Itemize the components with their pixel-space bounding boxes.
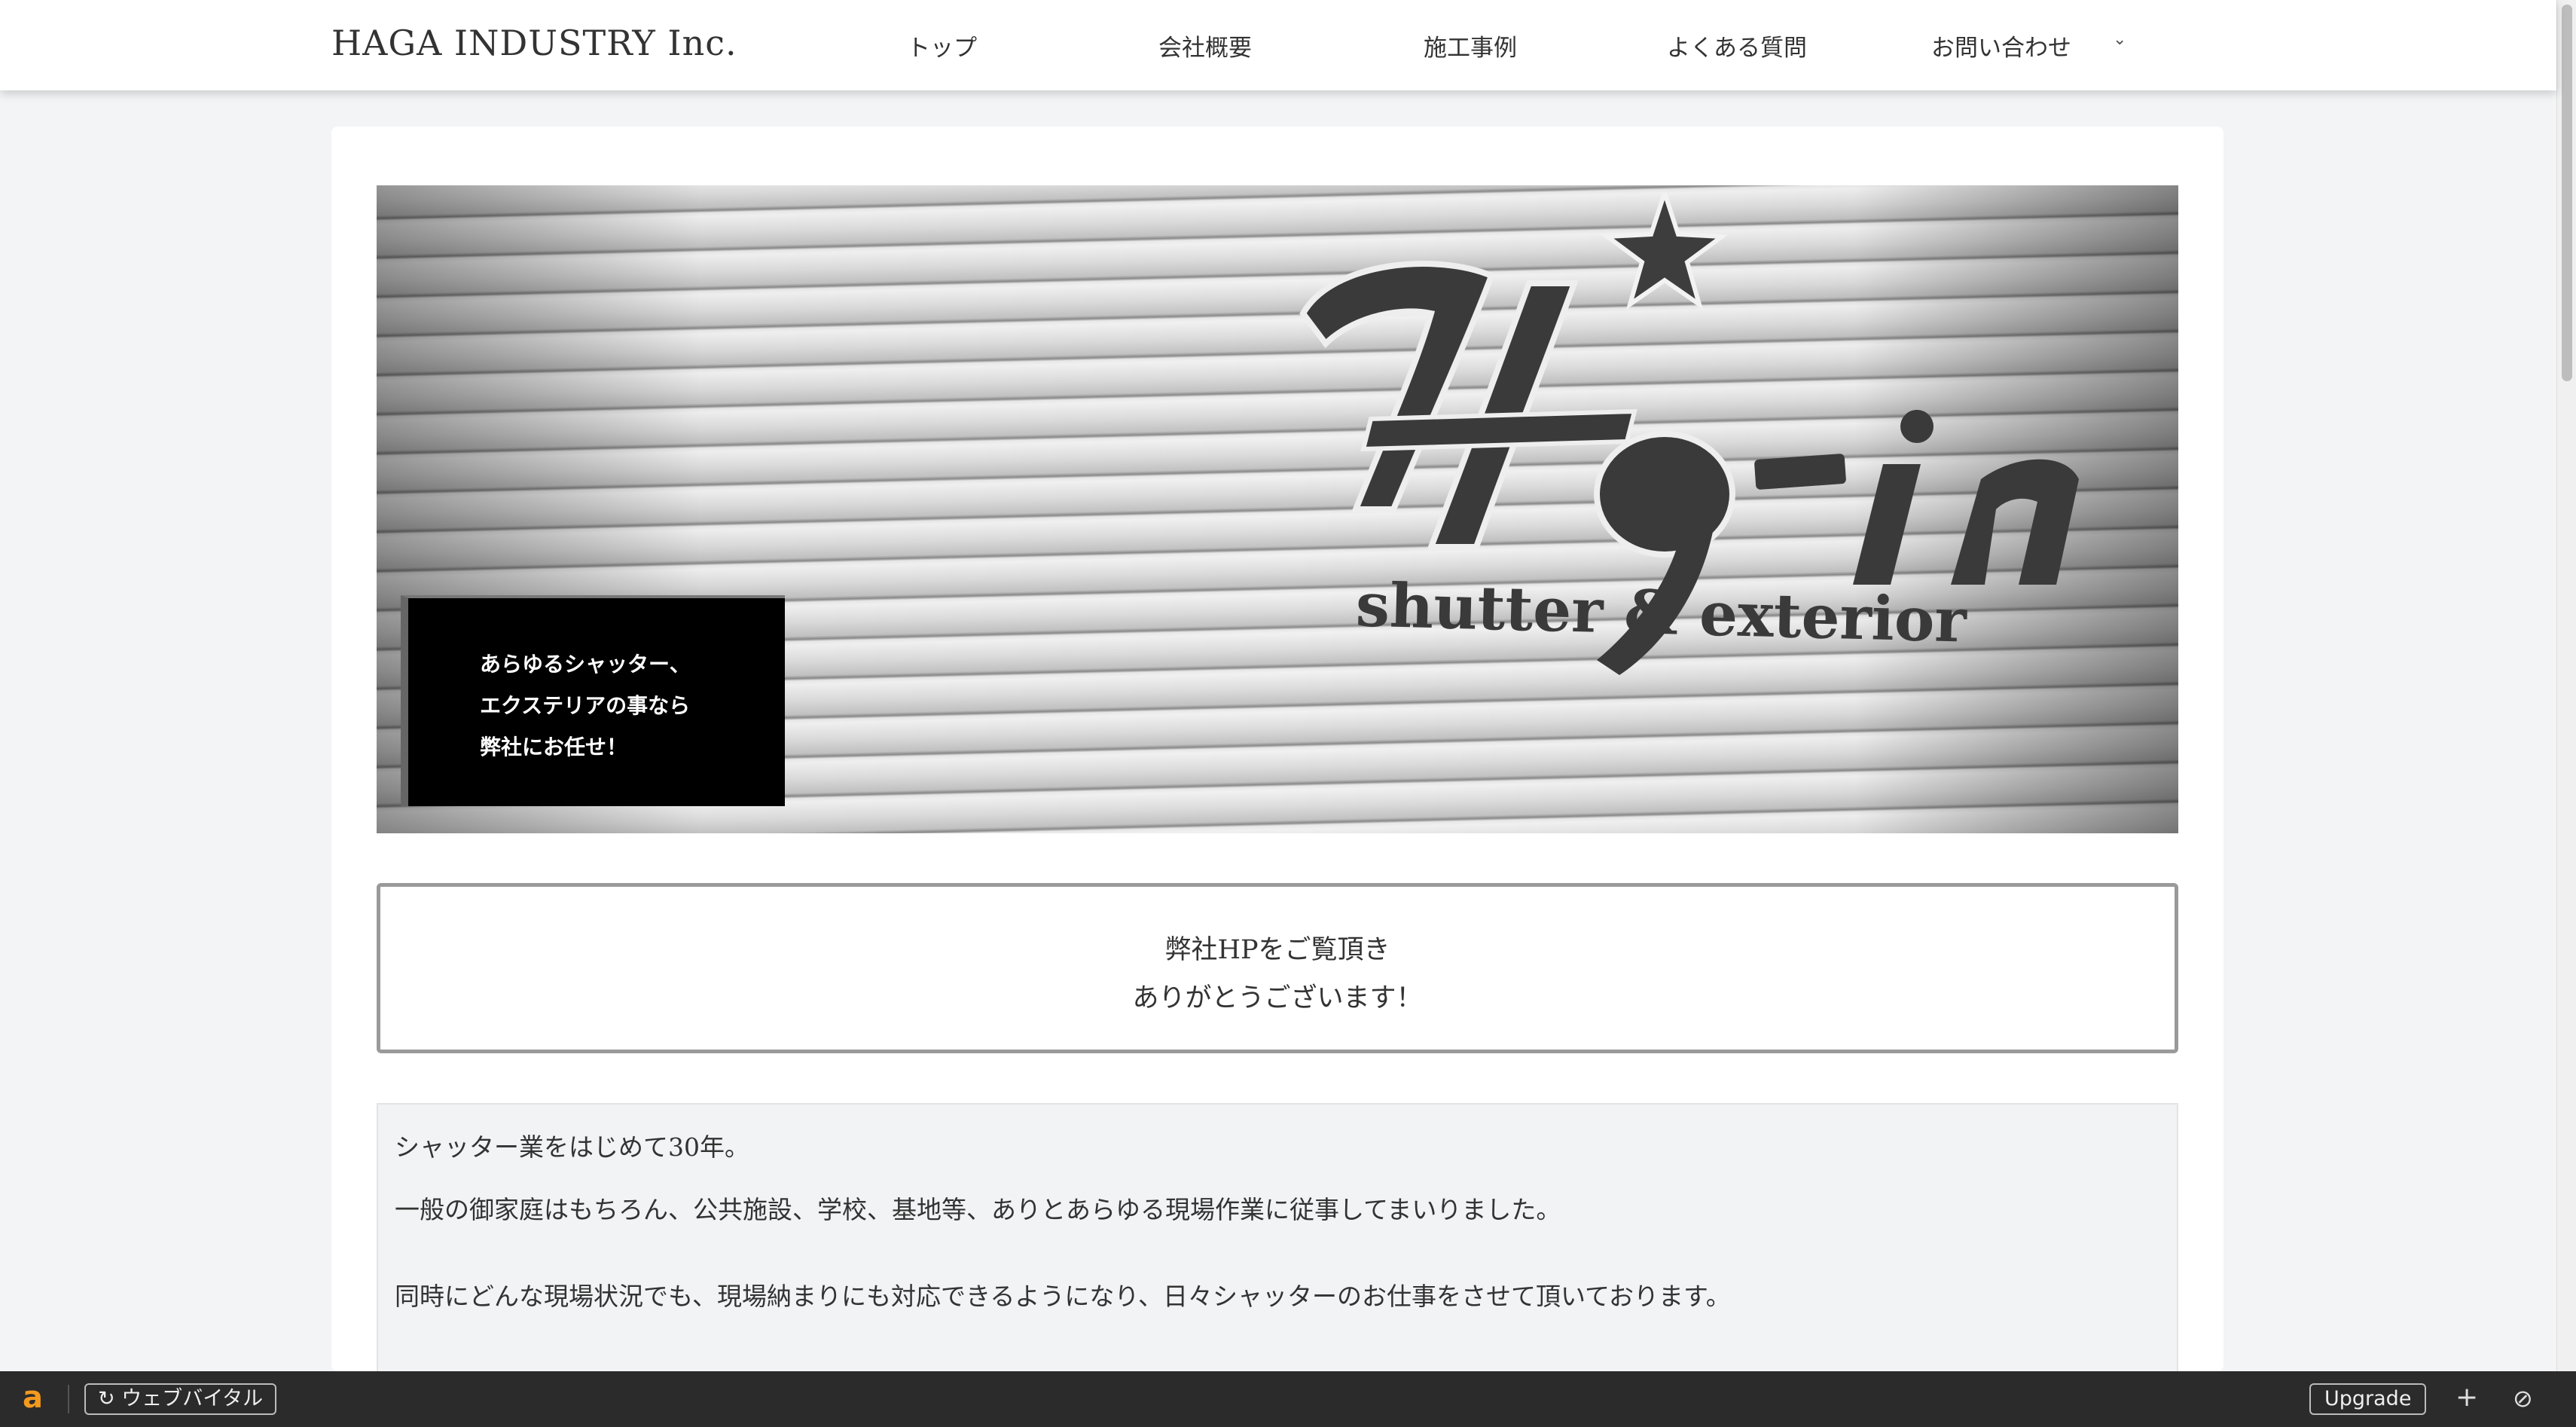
bottom-toolbar: a ↻ ウェブバイタル Upgrade + ⊘: [0, 1371, 2576, 1427]
intro-text-block: シャッター業をはじめて30年。 一般の御家庭はもちろん、公共施設、学校、基地等、…: [377, 1103, 2178, 1389]
app-logo-icon[interactable]: a: [23, 1380, 43, 1415]
nav-item-works[interactable]: 施工事例: [1424, 29, 1517, 63]
nav-item-top[interactable]: トップ: [907, 29, 977, 63]
web-vitals-button[interactable]: ↻ ウェブバイタル: [84, 1383, 277, 1415]
web-vitals-label: ウェブバイタル: [121, 1387, 264, 1410]
site-header: HAGA INDUSTRY Inc. トップ 会社概要 施工事例 よくある質問 …: [0, 0, 2556, 90]
upgrade-button[interactable]: Upgrade: [2309, 1383, 2427, 1415]
thanks-box: 弊社HPをご覧頂き ありがとうございます！: [377, 883, 2178, 1053]
chevron-down-icon[interactable]: ⌄: [2113, 30, 2126, 49]
nav-item-company[interactable]: 会社概要: [1158, 29, 1252, 63]
block-icon[interactable]: ⊘: [2513, 1384, 2533, 1413]
hero-caption-line: 弊社にお任せ！: [480, 735, 628, 759]
site-title[interactable]: HAGA INDUSTRY Inc.: [331, 23, 737, 63]
intro-paragraph: 同時にどんな現場状況でも、現場納まりにも対応できるようになり、日々シャッターのお…: [395, 1282, 1731, 1311]
intro-paragraph: 一般の御家庭はもちろん、公共施設、学校、基地等、ありとあらゆる現場作業に従事して…: [395, 1195, 1561, 1224]
hero-caption-box: あらゆるシャッター、 エクステリアの事なら 弊社にお任せ！: [401, 595, 785, 806]
page-scrollbar[interactable]: [2556, 0, 2576, 1371]
nav-item-faq[interactable]: よくある質問: [1667, 29, 1807, 63]
refresh-icon: ↻: [98, 1387, 115, 1410]
scrollbar-thumb[interactable]: [2562, 5, 2572, 381]
hero-caption-line: あらゆるシャッター、: [480, 652, 691, 677]
toolbar-divider: [68, 1385, 69, 1413]
thanks-line: 弊社HPをご覧頂き: [1164, 935, 1390, 965]
hero-caption-line: エクステリアの事なら: [480, 693, 691, 718]
thanks-line: ありがとうございます！: [1132, 983, 1423, 1013]
plus-icon[interactable]: +: [2455, 1382, 2478, 1413]
nav-item-contact[interactable]: お問い合わせ: [1931, 29, 2071, 63]
